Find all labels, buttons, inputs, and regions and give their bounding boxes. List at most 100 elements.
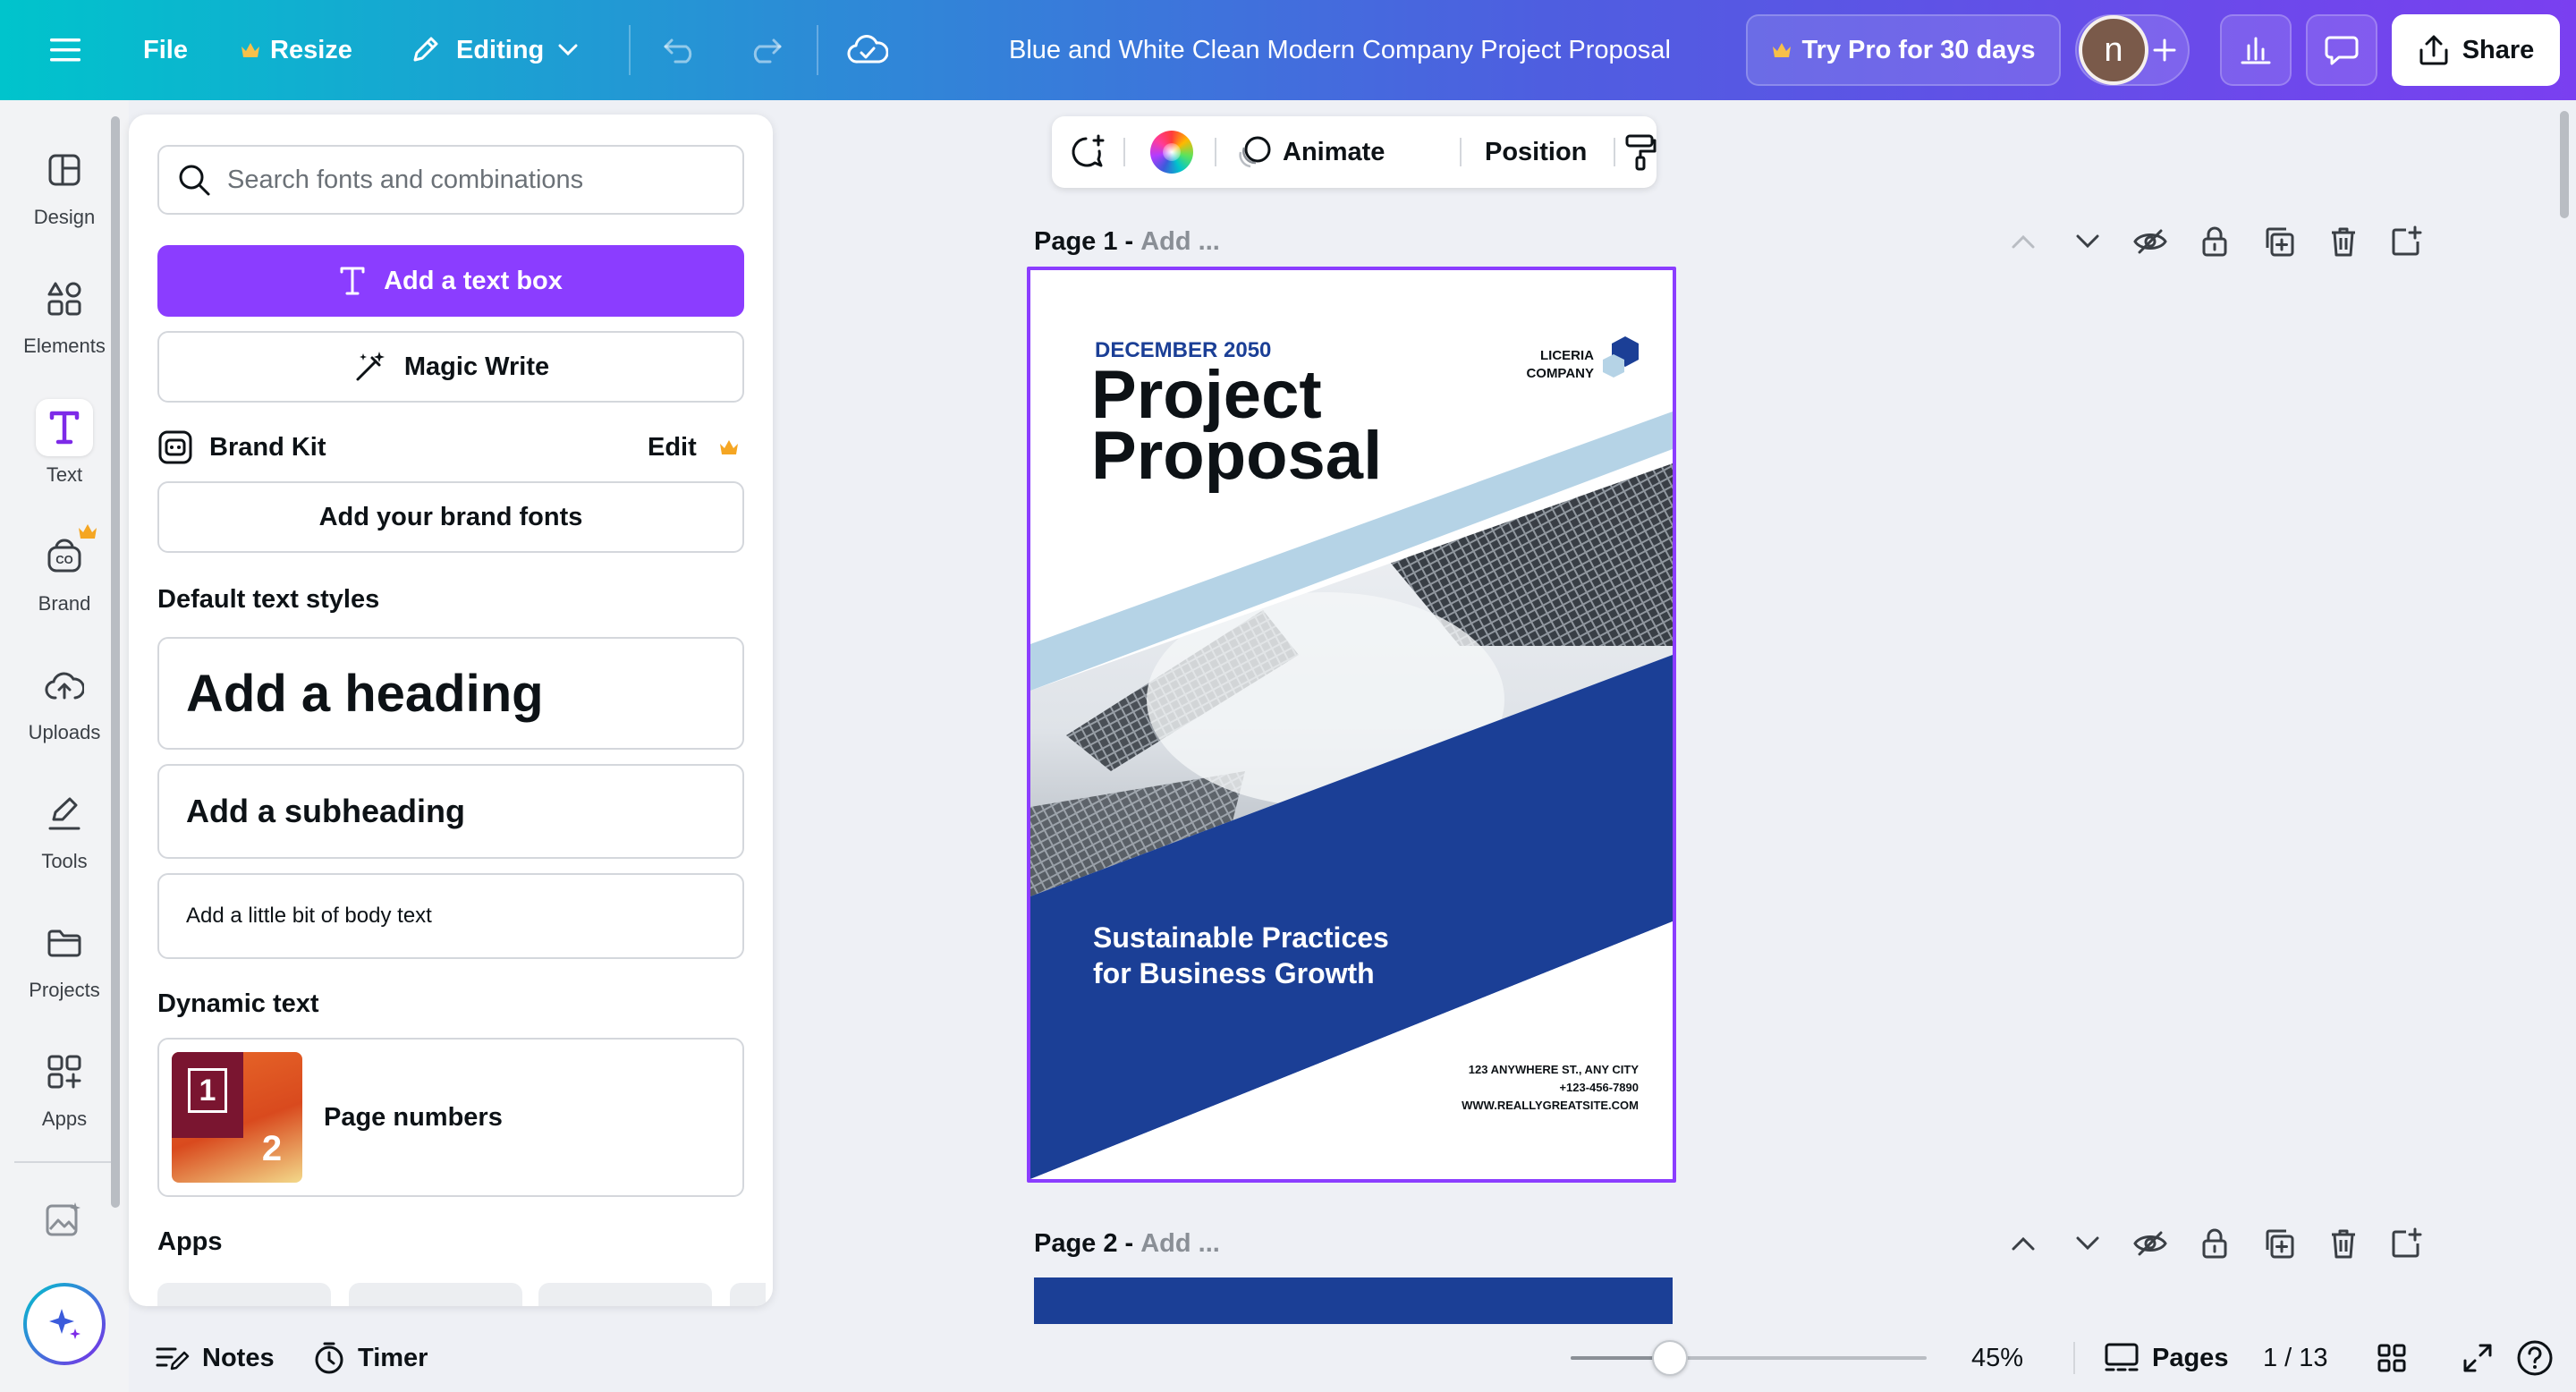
dynamic-text-heading: Dynamic text bbox=[157, 989, 319, 1018]
top-bar: File Resize Editing Blue and White Clean… bbox=[0, 0, 2576, 100]
rail-item-projects[interactable]: Projects bbox=[0, 907, 129, 1036]
page-2-canvas[interactable] bbox=[1034, 1277, 1673, 1324]
lock-icon[interactable] bbox=[2195, 222, 2234, 261]
contact-website: WWW.REALLYGREATSITE.COM bbox=[1462, 1099, 1639, 1112]
design-title-line: Project bbox=[1091, 357, 1322, 433]
position-button[interactable]: Position bbox=[1485, 116, 1587, 188]
page-1-title[interactable]: Page 1 - Add ... bbox=[1034, 216, 1220, 267]
rail-scrollbar[interactable] bbox=[111, 116, 120, 1208]
chevron-up-icon[interactable] bbox=[2004, 222, 2043, 261]
avatar[interactable]: n bbox=[2079, 15, 2148, 85]
zoom-slider-track[interactable] bbox=[1571, 1356, 1927, 1360]
duplicate-page-icon[interactable] bbox=[2259, 1224, 2299, 1263]
add-brand-fonts-button[interactable]: Add your brand fonts bbox=[157, 481, 744, 553]
redo-icon[interactable] bbox=[742, 28, 787, 72]
chevron-down-icon[interactable] bbox=[2068, 222, 2107, 261]
brand-kit-icon bbox=[157, 429, 193, 465]
add-body-text-button[interactable]: Add a little bit of body text bbox=[157, 873, 744, 959]
page-numbers-card[interactable]: 1 2 Page numbers bbox=[157, 1038, 744, 1197]
rail-item-text[interactable]: Text bbox=[0, 392, 129, 521]
add-page-icon[interactable] bbox=[2386, 222, 2426, 261]
chevron-down-icon[interactable] bbox=[2068, 1224, 2107, 1263]
undo-icon[interactable] bbox=[658, 28, 703, 72]
share-button[interactable]: Share bbox=[2392, 14, 2560, 86]
divider bbox=[1614, 138, 1615, 166]
page-1-toolbar: Page 1 - Add ... bbox=[1034, 216, 1565, 267]
editing-mode-dropdown[interactable]: Editing bbox=[408, 0, 578, 100]
zoom-slider-thumb[interactable] bbox=[1652, 1340, 1688, 1376]
share-label: Share bbox=[2462, 35, 2535, 64]
add-collaborator-icon[interactable] bbox=[2147, 32, 2182, 68]
crown-icon bbox=[1771, 41, 1792, 59]
search-placeholder: Search fonts and combinations bbox=[227, 165, 584, 194]
font-search-input[interactable]: Search fonts and combinations bbox=[157, 145, 744, 215]
paint-roller-icon[interactable] bbox=[1621, 132, 1660, 172]
bar-chart-icon bbox=[2240, 35, 2272, 65]
company-name[interactable]: LICERIA COMPANY bbox=[1469, 347, 1594, 383]
chevron-down-icon bbox=[558, 44, 578, 56]
file-menu[interactable]: File bbox=[143, 0, 188, 100]
page-2-title[interactable]: Page 2 - Add ... bbox=[1034, 1218, 1220, 1269]
timer-icon bbox=[313, 1341, 345, 1375]
add-text-box-button[interactable]: Add a text box bbox=[157, 245, 744, 317]
magic-assistant-button[interactable] bbox=[23, 1283, 106, 1365]
add-page-icon[interactable] bbox=[2386, 1224, 2426, 1263]
app-card[interactable] bbox=[157, 1283, 331, 1306]
magic-write-button[interactable]: Magic Write bbox=[157, 331, 744, 403]
design-subtitle[interactable]: Sustainable Practices for Business Growt… bbox=[1093, 920, 1389, 991]
comment-add-icon[interactable] bbox=[1068, 132, 1107, 172]
add-subheading-button[interactable]: Add a subheading bbox=[157, 764, 744, 859]
rail-label: Apps bbox=[41, 1108, 88, 1130]
canvas-scrollbar[interactable] bbox=[2560, 111, 2569, 218]
hide-page-icon[interactable] bbox=[2131, 1224, 2170, 1263]
notes-button[interactable]: Notes bbox=[156, 1324, 275, 1392]
fullscreen-icon[interactable] bbox=[2460, 1340, 2496, 1376]
contact-phone: +123-456-7890 bbox=[1559, 1081, 1639, 1094]
resize-label: Resize bbox=[270, 35, 352, 64]
delete-page-icon[interactable] bbox=[2324, 1224, 2363, 1263]
rail-item-brand[interactable]: CO Brand bbox=[0, 521, 129, 649]
hamburger-menu-icon[interactable] bbox=[43, 28, 88, 72]
hide-page-icon[interactable] bbox=[2131, 222, 2170, 261]
document-title[interactable]: Blue and White Clean Modern Company Proj… bbox=[1009, 0, 1671, 100]
page-1-selection-frame[interactable]: DECEMBER 2050 Project Proposal LICERIA C… bbox=[1027, 267, 1676, 1183]
chevron-up-icon[interactable] bbox=[2004, 1224, 2043, 1263]
app-card[interactable] bbox=[730, 1283, 766, 1306]
delete-page-icon[interactable] bbox=[2324, 222, 2363, 261]
zoom-level[interactable]: 45% bbox=[1971, 1324, 2023, 1392]
app-card[interactable] bbox=[538, 1283, 712, 1306]
magic-media-icon[interactable] bbox=[45, 1201, 82, 1238]
duplicate-page-icon[interactable] bbox=[2259, 222, 2299, 261]
comments-button[interactable] bbox=[2306, 14, 2377, 86]
grid-view-icon[interactable] bbox=[2374, 1340, 2410, 1376]
timer-button[interactable]: Timer bbox=[313, 1324, 428, 1392]
resize-button[interactable]: Resize bbox=[240, 0, 352, 100]
search-icon bbox=[177, 163, 211, 197]
page-numbers-label: Page numbers bbox=[324, 1102, 503, 1132]
share-icon bbox=[2418, 34, 2450, 66]
page-2-toolbar: Page 2 - Add ... bbox=[1034, 1218, 1565, 1269]
page-counter[interactable]: 1 / 13 bbox=[2263, 1324, 2328, 1392]
rail-item-elements[interactable]: Elements bbox=[0, 263, 129, 392]
pages-button[interactable]: Pages bbox=[2104, 1324, 2228, 1392]
add-text-box-label: Add a text box bbox=[384, 266, 563, 295]
cloud-saved-icon[interactable] bbox=[845, 28, 890, 72]
rail-item-tools[interactable]: Tools bbox=[0, 778, 129, 907]
thumbnail-number-2: 2 bbox=[261, 1128, 283, 1168]
divider bbox=[1123, 138, 1125, 166]
app-card[interactable] bbox=[349, 1283, 522, 1306]
design-title[interactable]: Project Proposal bbox=[1091, 357, 1382, 490]
rail-item-uploads[interactable]: Uploads bbox=[0, 649, 129, 778]
help-icon[interactable] bbox=[2515, 1338, 2555, 1378]
insights-button[interactable] bbox=[2220, 14, 2292, 86]
try-pro-button[interactable]: Try Pro for 30 days bbox=[1746, 14, 2061, 86]
contact-block[interactable]: 123 ANYWHERE ST., ANY CITY +123-456-7890… bbox=[1352, 1061, 1639, 1115]
color-picker-icon[interactable] bbox=[1150, 131, 1193, 174]
lock-icon[interactable] bbox=[2195, 1224, 2234, 1263]
add-heading-button[interactable]: Add a heading bbox=[157, 637, 744, 750]
rail-item-apps[interactable]: Apps bbox=[0, 1036, 129, 1165]
contact-address: 123 ANYWHERE ST., ANY CITY bbox=[1468, 1063, 1639, 1076]
rail-item-design[interactable]: Design bbox=[0, 134, 129, 263]
animate-button[interactable]: Animate bbox=[1236, 116, 1385, 188]
brand-kit-edit-link[interactable]: Edit bbox=[648, 428, 740, 467]
